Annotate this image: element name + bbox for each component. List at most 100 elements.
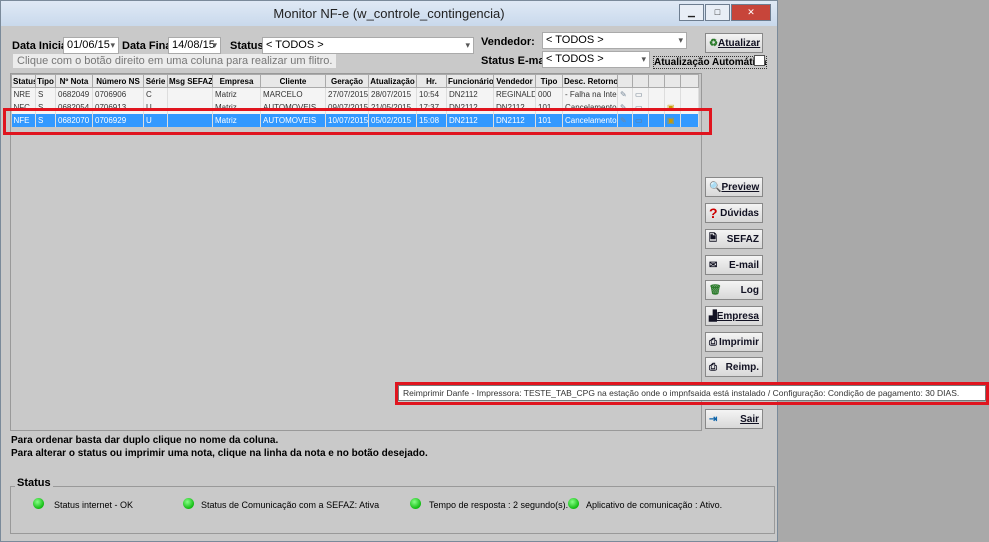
column-header[interactable]: Empresa — [212, 74, 261, 88]
sefaz-label: SEFAZ — [726, 233, 759, 245]
table-cell: 0682049 — [55, 87, 93, 101]
sair-label: Sair — [740, 413, 759, 425]
reimp-button[interactable]: ⎙ Reimp. — [705, 357, 763, 377]
duvidas-label: Dúvidas — [720, 207, 759, 219]
column-header[interactable]: Geração — [325, 74, 369, 88]
column-header[interactable]: Série — [143, 74, 168, 88]
empresa-button[interactable]: ▟ Empresa — [705, 306, 763, 326]
table-cell: REGINALDO — [493, 87, 536, 101]
empty-cell — [680, 87, 699, 101]
column-header[interactable]: Desc. Retorno — [562, 74, 618, 88]
note-sort: Para ordenar basta dar duplo clique no n… — [11, 435, 279, 446]
imprimir-label: Imprimir — [718, 336, 759, 348]
chevron-down-icon: ▾ — [678, 35, 683, 45]
chevron-down-icon: ▾ — [641, 54, 646, 64]
close-button[interactable]: ✕ — [731, 4, 771, 21]
filter-hint: Clique com o botão direito em uma coluna… — [13, 54, 337, 68]
column-header[interactable] — [632, 74, 649, 88]
maximize-button[interactable]: □ — [705, 4, 730, 21]
column-header[interactable]: Cliente — [260, 74, 326, 88]
column-header[interactable] — [648, 74, 665, 88]
column-header[interactable] — [680, 74, 699, 88]
printer-icon: ⎙ — [709, 336, 717, 348]
column-header[interactable]: Atualização — [368, 74, 417, 88]
table-cell: DN2112 — [446, 87, 494, 101]
status-email-value: < TODOS > — [546, 53, 604, 65]
data-inicial-picker[interactable]: 01/06/15 ▾ — [63, 37, 119, 54]
status-select[interactable]: < TODOS > ▾ — [262, 37, 474, 54]
table-cell: C — [143, 87, 168, 101]
table-cell: - Falha na Integ — [562, 87, 618, 101]
document-search-icon: 🗎 — [709, 232, 718, 244]
reimp-label: Reimp. — [725, 361, 759, 373]
column-header[interactable]: Nº Nota — [55, 74, 93, 88]
window-title: Monitor NF-e (w_controle_contingencia) — [273, 6, 505, 21]
selected-row-highlight — [3, 108, 712, 135]
status-email-select[interactable]: < TODOS > ▾ — [542, 51, 650, 68]
data-inicial-value: 01/06/15 — [67, 39, 110, 51]
empresa-label: Empresa — [716, 310, 759, 322]
table-cell: 10:54 — [416, 87, 447, 101]
vendedor-select[interactable]: < TODOS > ▾ — [542, 32, 687, 49]
preview-button[interactable]: 🔍 Preview — [705, 177, 763, 197]
chart-icon: ▟ — [709, 310, 717, 322]
column-header[interactable]: Msg SEFAZ — [167, 74, 213, 88]
status-tempo: Tempo de resposta : 2 segundo(s). — [429, 500, 569, 510]
printer-icon: ⎙ — [709, 361, 717, 373]
table-cell: 0706906 — [92, 87, 144, 101]
minimize-button[interactable]: ▁ — [679, 4, 704, 21]
column-header[interactable]: Tipo — [535, 74, 563, 88]
status-panel — [10, 486, 775, 534]
title-bar: Monitor NF-e (w_controle_contingencia) ▁… — [1, 1, 777, 26]
column-header[interactable] — [664, 74, 681, 88]
status-led-icon — [183, 498, 194, 509]
log-label: Log — [740, 284, 759, 296]
sair-button[interactable]: ⇥ Sair — [705, 409, 763, 429]
vendedor-value: < TODOS > — [546, 34, 604, 46]
atualizar-button[interactable]: ♻ Atualizar — [705, 33, 763, 53]
status-led-icon — [568, 498, 579, 509]
column-header[interactable]: Número NS — [92, 74, 144, 88]
auto-update-checkbox[interactable] — [754, 55, 765, 66]
auto-update-label[interactable]: Atualização Automática — [653, 56, 768, 69]
column-header[interactable]: Hr. — [416, 74, 447, 88]
table-cell: NRE — [11, 87, 36, 101]
main-window: Monitor NF-e (w_controle_contingencia) ▁… — [0, 0, 778, 542]
status-panel-label: Status — [15, 477, 53, 489]
column-header[interactable]: Vendedor — [493, 74, 536, 88]
table-cell: S — [35, 87, 56, 101]
log-button[interactable]: 🗑 Log — [705, 280, 763, 300]
exit-icon: ⇥ — [709, 413, 718, 425]
column-header[interactable]: Status — [11, 74, 36, 88]
empty-cell — [648, 87, 665, 101]
chevron-down-icon: ▾ — [465, 40, 470, 50]
column-header[interactable]: Funcionário — [446, 74, 494, 88]
duvidas-button[interactable]: ? Dúvidas — [705, 203, 763, 223]
refresh-icon: ♻ — [709, 37, 718, 49]
status-internet: Status internet - OK — [54, 500, 134, 510]
sefaz-button[interactable]: 🗎 SEFAZ — [705, 229, 763, 249]
table-cell: MARCELO — [260, 87, 326, 101]
note-status: Para alterar o status ou imprimir uma no… — [11, 448, 428, 459]
table-cell: 28/07/2015 — [368, 87, 417, 101]
data-final-picker[interactable]: 14/08/15 ▾ — [168, 37, 221, 54]
email-button[interactable]: ✉ E-mail — [705, 255, 763, 275]
chevron-down-icon: ▾ — [212, 40, 217, 50]
question-icon: ? — [709, 205, 718, 221]
imprimir-button[interactable]: ⎙ Imprimir — [705, 332, 763, 352]
data-final-value: 14/08/15 — [172, 39, 215, 51]
table-cell: Matriz — [212, 87, 261, 101]
status-value: < TODOS > — [266, 39, 324, 51]
table-cell — [167, 87, 213, 101]
column-header[interactable]: Tipo — [35, 74, 56, 88]
status-aplicativo: Aplicativo de comunicação : Ativo. — [586, 500, 723, 510]
checkbox-icon: ▭ — [632, 87, 649, 101]
column-header[interactable] — [617, 74, 633, 88]
email-icon: ✉ — [709, 259, 718, 271]
table-cell: 27/07/2015 — [325, 87, 369, 101]
chevron-down-icon: ▾ — [110, 40, 115, 50]
status-led-icon — [33, 498, 44, 509]
vendedor-label: Vendedor: — [481, 36, 535, 48]
trash-icon: 🗑 — [709, 284, 722, 296]
table-row[interactable]: NRE S 0682049 0706906 C Matriz MARCELO 27/07/20… — [11, 87, 699, 101]
